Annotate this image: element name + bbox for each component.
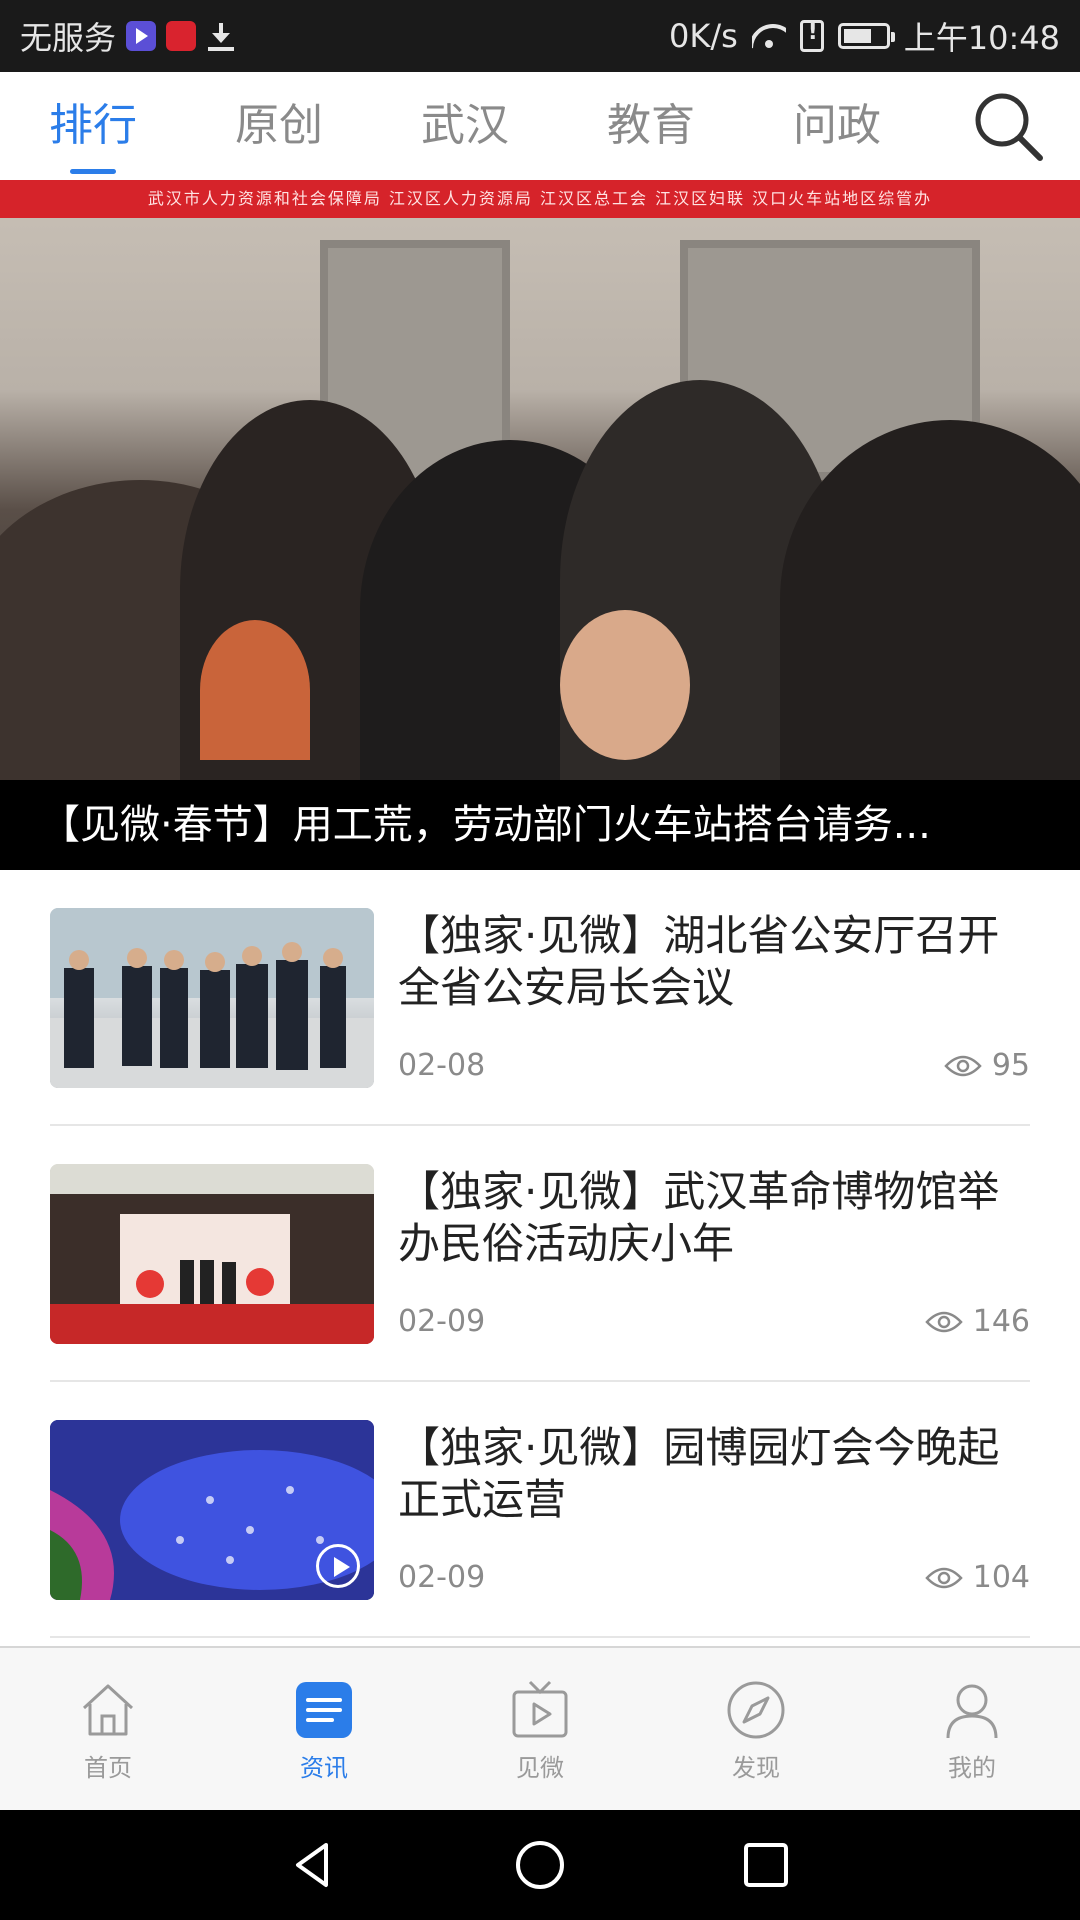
recents-icon[interactable] [738,1837,794,1893]
carrier-text: 无服务 [20,19,117,57]
tab-original[interactable]: 原创 [186,72,372,180]
status-bar: 无服务 0K/s 上午10:48 [0,0,1080,72]
news-views: 104 [925,1560,1030,1595]
download-icon [206,21,236,51]
eye-icon [944,1055,982,1076]
search-icon [975,93,1043,161]
nav-news[interactable]: 资讯 [216,1648,432,1810]
bottom-navigation: 首页 资讯 见微 发现 我的 [0,1646,1080,1810]
tab-label: 武汉 [421,100,509,151]
nav-label: 首页 [84,1754,132,1782]
hero-banner-text: 武汉市人力资源和社会保障局 江汉区人力资源局 江汉区总工会 江汉区妇联 汉口火车… [0,180,1080,218]
clock: 上午10:48 [903,19,1060,57]
news-thumbnail [50,908,374,1088]
crowd-shape [200,620,310,760]
news-thumbnail [50,1420,374,1600]
news-icon [296,1682,352,1738]
eye-icon [925,1311,963,1332]
tab-label: 原创 [235,100,323,151]
nav-label: 发现 [732,1754,780,1782]
news-title: 【独家·见微】武汉革命博物馆举办民俗活动庆小年 [398,1167,1000,1268]
news-item[interactable]: 【独家·见微】武汉革命博物馆举办民俗活动庆小年 02-09 146 [50,1126,1030,1382]
news-date: 02-09 [398,1560,486,1595]
hero-caption: 【见微·春节】用工荒，劳动部门火车站搭台请务... [0,780,1080,870]
nav-label: 见微 [516,1754,564,1782]
news-item[interactable]: 【独家·见微】园博园灯会今晚起正式运营 02-09 104 [50,1382,1030,1638]
tab-education[interactable]: 教育 [558,72,744,180]
battery-icon [837,23,895,49]
nav-profile[interactable]: 我的 [864,1648,1080,1810]
status-right: 0K/s 上午10:48 [669,13,1060,59]
news-title: 【独家·见微】湖北省公安厅召开全省公安局长会议 [398,911,1000,1012]
play-icon [316,1544,360,1588]
back-icon[interactable] [286,1837,342,1893]
nav-label: 资讯 [300,1754,348,1782]
news-date: 02-08 [398,1048,486,1083]
status-left: 无服务 [20,13,236,59]
news-title: 【独家·见微】园博园灯会今晚起正式运营 [398,1423,1000,1524]
nav-home[interactable]: 首页 [0,1648,216,1810]
video-app-icon [126,21,157,51]
search-button[interactable] [970,88,1046,164]
news-thumbnail [50,1164,374,1344]
tab-ranking[interactable]: 排行 [0,72,186,180]
home-icon [82,1684,134,1736]
nav-label: 我的 [948,1754,996,1782]
home-circle-icon[interactable] [512,1837,568,1893]
news-views: 146 [925,1304,1030,1339]
eye-icon [925,1567,963,1588]
wifi-icon [752,22,786,50]
hero-headline[interactable]: 武汉市人力资源和社会保障局 江汉区人力资源局 江汉区总工会 江汉区妇联 汉口火车… [0,180,1080,870]
face-shape [560,610,690,760]
folk-event-image [50,1164,374,1344]
system-navigation-bar [0,1810,1080,1920]
news-list: 【独家·见微】湖北省公安厅召开全省公安局长会议 02-08 95 【独家·见微】… [0,870,1080,1638]
hero-photo: 武汉市人力资源和社会保障局 江汉区人力资源局 江汉区总工会 江汉区妇联 汉口火车… [0,180,1080,780]
news-views: 95 [944,1048,1030,1083]
network-speed: 0K/s [668,17,738,55]
news-date: 02-09 [398,1304,486,1339]
police-group-image [50,908,374,1088]
huawei-app-icon [166,21,197,51]
video-tv-icon [512,1680,568,1738]
tab-label: 排行 [49,100,137,151]
view-count: 104 [972,1560,1030,1595]
sim-alert-icon [799,20,824,52]
tab-inquiry[interactable]: 问政 [744,72,930,180]
view-count: 146 [972,1304,1030,1339]
nav-video[interactable]: 见微 [432,1648,648,1810]
active-tab-indicator [70,169,116,174]
tab-wuhan[interactable]: 武汉 [372,72,558,180]
nav-discover[interactable]: 发现 [648,1648,864,1810]
profile-icon [946,1684,998,1739]
tab-label: 教育 [607,100,695,151]
view-count: 95 [991,1048,1030,1083]
tab-label: 问政 [793,100,881,151]
news-item[interactable]: 【独家·见微】湖北省公安厅召开全省公安局长会议 02-08 95 [50,870,1030,1126]
compass-icon [727,1681,785,1739]
category-tabs: 排行 原创 武汉 教育 问政 [0,72,1080,180]
